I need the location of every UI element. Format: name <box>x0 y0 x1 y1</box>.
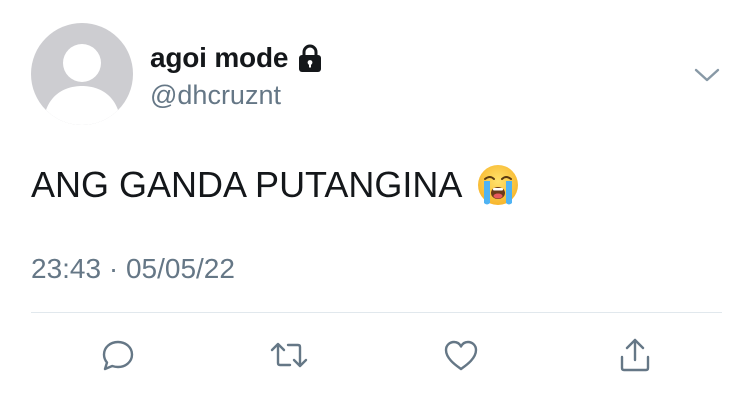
tweet-text-content: ANG GANDA PUTANGINA <box>31 164 463 205</box>
default-avatar-icon[interactable] <box>31 23 133 125</box>
loudly-crying-face-emoji <box>478 165 519 205</box>
display-name[interactable]: agoi mode <box>150 42 288 74</box>
share-icon <box>620 338 650 372</box>
tweet-text: ANG GANDA PUTANGINA <box>31 160 520 210</box>
share-button[interactable] <box>610 330 660 380</box>
chevron-down-icon <box>694 68 720 82</box>
lock-icon <box>299 44 322 72</box>
like-button[interactable] <box>436 330 486 380</box>
more-options-button[interactable] <box>690 60 724 90</box>
reply-button[interactable] <box>93 330 143 380</box>
retweet-icon <box>270 342 308 368</box>
reply-icon <box>102 340 134 371</box>
retweet-button[interactable] <box>264 330 314 380</box>
heart-icon <box>444 340 478 371</box>
user-handle[interactable]: @dhcruznt <box>150 80 281 111</box>
tweet-timestamp[interactable]: 23:43 · 05/05/22 <box>31 253 235 285</box>
divider <box>31 312 722 313</box>
tweet: agoi mode @dhcruznt ANG GANDA PUTANGINA <box>0 0 750 401</box>
action-bar <box>0 330 750 380</box>
author-row: agoi mode <box>150 38 323 78</box>
